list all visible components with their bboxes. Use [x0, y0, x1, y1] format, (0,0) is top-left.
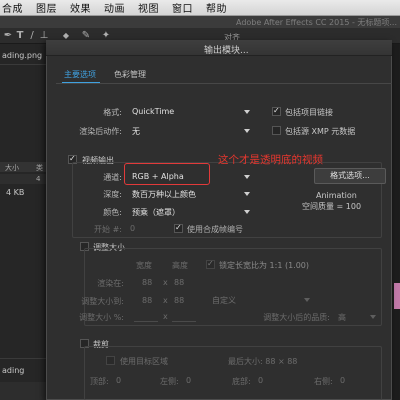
crop-left-value[interactable]: 0 [186, 376, 191, 385]
width-header: 宽度 [136, 261, 152, 270]
chevron-down-icon [244, 110, 250, 114]
lock-aspect-checkbox[interactable] [206, 259, 215, 269]
height-header: 高度 [172, 261, 188, 270]
crop-left-label: 左侧: [160, 377, 179, 386]
render-at-x: x [163, 278, 168, 287]
resize-quality-dropdown[interactable]: 高 [338, 310, 376, 324]
annotation-text: 这个才是透明底的视频 [218, 154, 323, 166]
crop-top-label: 顶部: [90, 377, 109, 386]
chevron-down-icon [370, 315, 376, 319]
crop-bottom-label: 底部: [232, 377, 251, 386]
use-comp-frame-label: 使用合成帧编号 [187, 225, 243, 234]
menu-help[interactable]: 帮助 [206, 0, 227, 15]
color-dropdown[interactable]: 预乘（遮罩） [132, 205, 250, 219]
codec-name: Animation [316, 191, 357, 200]
dialog-title: 输出模块... [204, 46, 249, 56]
include-project-link-checkbox[interactable] [272, 106, 281, 116]
project-count-row [0, 174, 48, 184]
color-value: 预乘（遮罩） [132, 208, 180, 217]
format-options-button[interactable]: 格式选项... [314, 168, 386, 184]
render-queue-item[interactable]: ading [2, 366, 24, 375]
menu-composition[interactable]: 合成 [2, 0, 23, 15]
format-value: QuickTime [132, 107, 175, 116]
chevron-down-icon [244, 210, 250, 214]
depth-dropdown[interactable]: 数百万种以上颜色 [132, 187, 250, 201]
resize-to-width[interactable]: 88 [142, 296, 152, 305]
post-render-label: 渲染后动作: [79, 127, 122, 136]
channels-label: 通道: [103, 173, 122, 182]
tabs-divider [56, 83, 392, 84]
render-at-width: 88 [142, 278, 153, 287]
use-roi-checkbox[interactable] [106, 356, 115, 365]
chevron-down-icon [244, 192, 250, 196]
project-count: 4 [36, 175, 41, 183]
resize-quality-label: 调整大小后的品质: [263, 313, 330, 322]
use-comp-frame-checkbox[interactable] [174, 223, 183, 233]
post-render-value: 无 [132, 127, 140, 136]
resize-to-height[interactable]: 88 [174, 296, 184, 305]
resize-quality-value: 高 [338, 313, 346, 322]
brush-icon[interactable]: / [26, 30, 38, 42]
format-dropdown[interactable]: QuickTime [132, 105, 250, 119]
tab-main-options[interactable]: 主要选项 [64, 69, 96, 80]
crop-top-value[interactable]: 0 [116, 376, 121, 385]
resize-preset-dropdown[interactable]: 自定义 [212, 293, 310, 307]
highlight-box [124, 163, 210, 185]
spatial-quality: 空间质量 = 100 [302, 202, 362, 211]
chevron-down-icon [244, 175, 250, 179]
final-size-label: 最后大小: 88 × 88 [228, 357, 298, 366]
menu-effect[interactable]: 效果 [70, 0, 91, 15]
size-column-header[interactable]: 大小 [5, 163, 19, 173]
crop-right-value[interactable]: 0 [340, 376, 345, 385]
resize-preset-value: 自定义 [212, 296, 236, 305]
render-at-label: 渲染在: [97, 279, 124, 288]
menu-window[interactable]: 窗口 [172, 0, 193, 15]
menu-view[interactable]: 视图 [138, 0, 159, 15]
chevron-down-icon [244, 129, 250, 133]
pen-icon[interactable]: ✒ [2, 30, 14, 42]
include-xmp-label: 包括源 XMP 元数据 [285, 127, 356, 136]
use-roi-label: 使用目标区域 [120, 357, 168, 366]
crop-group [84, 346, 382, 400]
lock-aspect-label: 锁定长宽比为 1:1 (1.00) [219, 261, 310, 270]
start-value[interactable]: 0 [130, 224, 135, 233]
resize-percent-x: x [163, 312, 168, 321]
project-panel [0, 44, 48, 400]
include-xmp-checkbox[interactable] [272, 126, 281, 135]
include-project-link-label: 包括项目链接 [285, 108, 333, 117]
post-render-dropdown[interactable]: 无 [132, 124, 250, 138]
project-file-name[interactable]: ading.png [2, 51, 42, 60]
format-label: 格式: [103, 108, 122, 117]
crop-right-label: 右侧: [314, 377, 333, 386]
render-at-height: 88 [174, 278, 185, 287]
right-edge-panel [392, 44, 400, 400]
project-divider-bottom [0, 358, 48, 359]
type-column-header[interactable]: 类 [36, 163, 43, 173]
resize-percent-height-field[interactable] [172, 321, 196, 322]
right-edge-marker [394, 283, 400, 309]
window-title: Adobe After Effects CC 2015 - 无标题项... [236, 18, 398, 27]
resize-percent-label: 调整大小 %: [79, 313, 124, 322]
depth-value: 数百万种以上颜色 [132, 190, 196, 199]
text-tool-icon[interactable]: T [14, 30, 26, 42]
depth-label: 深度: [103, 190, 122, 199]
file-size-value: 4 KB [6, 188, 25, 197]
panel-bottom-bar [0, 382, 48, 400]
resize-to-label: 调整大小到: [81, 297, 124, 306]
chevron-down-icon [304, 298, 310, 302]
color-label: 颜色: [103, 208, 122, 217]
menu-layer[interactable]: 图层 [36, 0, 57, 15]
crop-bottom-value[interactable]: 0 [258, 376, 263, 385]
resize-percent-width-field[interactable] [134, 321, 158, 322]
app-menubar: 合成 图层 效果 动画 视图 窗口 帮助 [0, 0, 400, 16]
start-label: 开始 #: [94, 225, 122, 234]
project-divider [0, 64, 48, 65]
resize-to-x: x [163, 296, 168, 305]
menu-animation[interactable]: 动画 [104, 0, 125, 15]
tab-color-management[interactable]: 色彩管理 [114, 69, 146, 80]
